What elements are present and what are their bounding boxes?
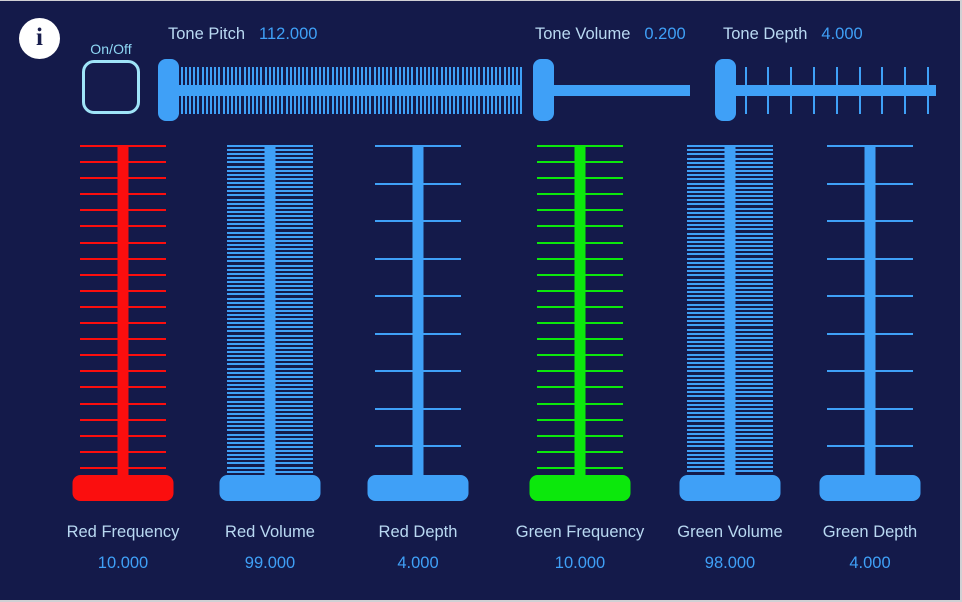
red_depth-value: 4.000 (397, 554, 439, 572)
red_volume-caption: Red Volume 99.000 (195, 523, 345, 573)
green_depth-handle[interactable] (819, 475, 921, 501)
red_depth-caption: Red Depth 4.000 (343, 523, 493, 573)
tone_pitch-caption: Tone Pitch 112.000 (168, 25, 317, 43)
red_depth-track[interactable] (412, 145, 424, 483)
control-red_frequency: Red Frequency 10.000 (48, 141, 198, 572)
vertical-slider-group: Red Frequency 10.000 Red Volume 99.000 Red D… (0, 141, 960, 600)
tone_depth-label: Tone Depth (723, 25, 808, 43)
control-green_depth: Green Depth 4.000 (795, 141, 945, 572)
control-green_volume: Green Volume 98.000 (655, 141, 805, 572)
tone_depth-track[interactable] (731, 85, 936, 96)
green_frequency-handle[interactable] (529, 475, 631, 501)
red_depth-label: Red Depth (378, 523, 458, 541)
tone_depth-caption: Tone Depth 4.000 (723, 25, 863, 43)
tone_pitch-handle[interactable] (158, 59, 179, 121)
red_frequency-slider[interactable] (48, 141, 198, 501)
green_frequency-track[interactable] (574, 145, 586, 483)
onoff-toggle-button[interactable] (82, 60, 140, 114)
info-icon-glyph: i (36, 24, 43, 51)
red_frequency-caption: Red Frequency 10.000 (48, 523, 198, 573)
control-panel: i On/Off Tone Pitch 112.000 Tone Volume 0.2… (0, 0, 962, 602)
green_volume-slider[interactable] (655, 141, 805, 501)
tone_depth-value: 4.000 (821, 25, 863, 43)
control-red_volume: Red Volume 99.000 (195, 141, 345, 572)
green_volume-handle[interactable] (679, 475, 781, 501)
tone_volume-slider[interactable] (533, 59, 694, 121)
green_frequency-slider[interactable] (505, 141, 655, 501)
tone_pitch-slider[interactable] (158, 59, 526, 121)
red_volume-slider[interactable] (195, 141, 345, 501)
tone_volume-value: 0.200 (644, 25, 686, 43)
tone_volume-track[interactable] (549, 85, 690, 96)
green_depth-track[interactable] (864, 145, 876, 483)
green_frequency-label: Green Frequency (515, 523, 645, 541)
red_frequency-label: Red Frequency (66, 523, 180, 541)
red_frequency-track[interactable] (117, 145, 129, 483)
green_depth-value: 4.000 (849, 554, 891, 572)
green_depth-caption: Green Depth 4.000 (795, 523, 945, 573)
tone_pitch-label: Tone Pitch (168, 25, 246, 43)
tone_pitch-track[interactable] (174, 85, 522, 96)
green_volume-caption: Green Volume 98.000 (655, 523, 805, 573)
control-red_depth: Red Depth 4.000 (343, 141, 493, 572)
tone_volume-handle[interactable] (533, 59, 554, 121)
onoff-label: On/Off (90, 41, 132, 57)
green_depth-slider[interactable] (795, 141, 945, 501)
red_volume-handle[interactable] (219, 475, 321, 501)
green_depth-label: Green Depth (822, 523, 918, 541)
red_volume-value: 99.000 (244, 554, 296, 572)
green_frequency-value: 10.000 (554, 554, 606, 572)
red_frequency-value: 10.000 (97, 554, 149, 572)
tone_volume-caption: Tone Volume 0.200 (535, 25, 686, 43)
green_volume-track[interactable] (724, 145, 736, 483)
tone_volume-label: Tone Volume (535, 25, 631, 43)
red_depth-handle[interactable] (367, 475, 469, 501)
green_volume-value: 98.000 (704, 554, 756, 572)
red_frequency-handle[interactable] (72, 475, 174, 501)
red_volume-track[interactable] (264, 145, 276, 483)
info-icon[interactable]: i (19, 18, 60, 59)
red_depth-slider[interactable] (343, 141, 493, 501)
onoff-control: On/Off (78, 41, 144, 114)
tone_pitch-value: 112.000 (259, 25, 318, 43)
control-green_frequency: Green Frequency 10.000 (505, 141, 655, 572)
green_frequency-caption: Green Frequency 10.000 (505, 523, 655, 573)
tone_depth-slider[interactable] (715, 59, 940, 121)
tone_depth-handle[interactable] (715, 59, 736, 121)
red_volume-label: Red Volume (225, 523, 315, 541)
green_volume-label: Green Volume (677, 523, 783, 541)
